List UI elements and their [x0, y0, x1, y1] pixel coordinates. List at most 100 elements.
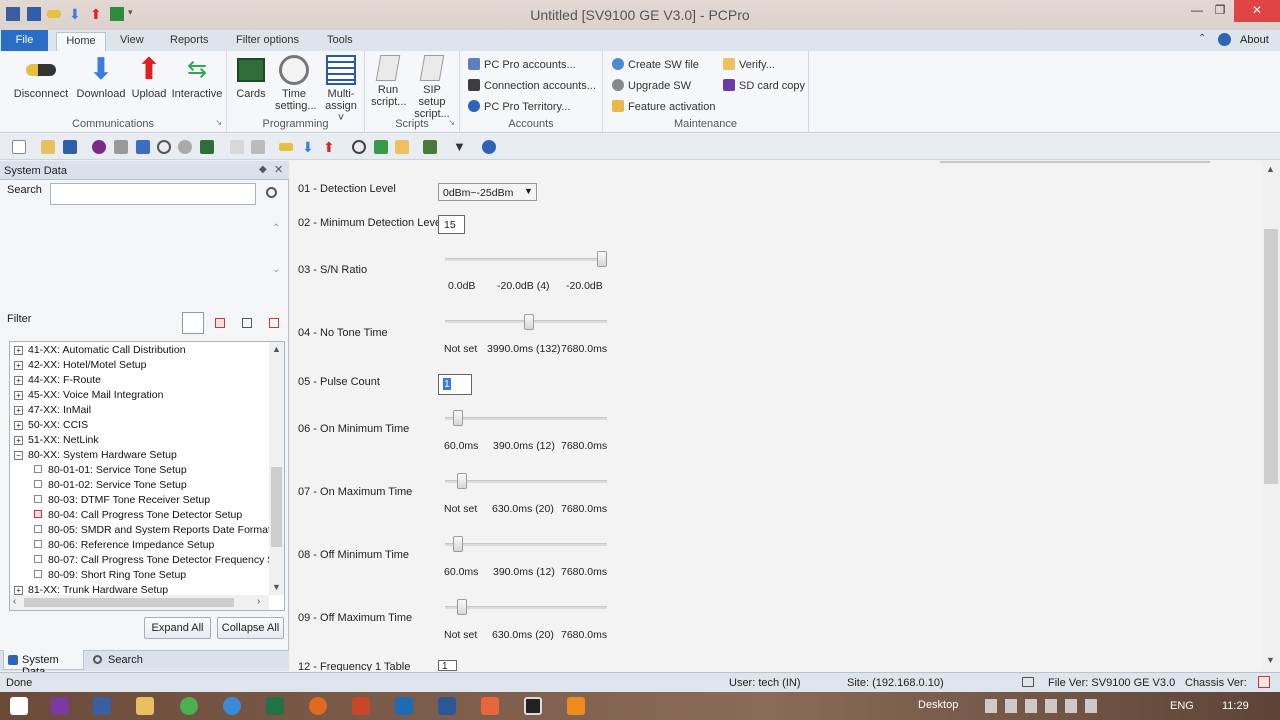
search-input[interactable]	[50, 183, 256, 205]
sn-ratio-slider[interactable]	[445, 258, 607, 261]
close-button[interactable]: ✕	[1234, 0, 1280, 22]
app-icon[interactable]	[93, 697, 111, 715]
create-sw-file-button[interactable]: Create SW file	[612, 58, 699, 71]
settings-icon[interactable]	[92, 140, 106, 154]
upload-button[interactable]: ⬆ Upload	[129, 55, 169, 101]
cards-toolbar-icon[interactable]	[200, 140, 214, 154]
expand-all-button[interactable]: Expand All	[144, 617, 211, 639]
tab-filter-options[interactable]: Filter options	[230, 32, 305, 51]
expand-icon[interactable]: +	[14, 586, 23, 595]
restore-button[interactable]: ❐	[1203, 0, 1237, 22]
pulse-count-input[interactable]: 1	[438, 374, 472, 395]
tree-item[interactable]: −80-XX: System Hardware Setup	[14, 449, 177, 464]
tree-item[interactable]: +45-XX: Voice Mail Integration	[14, 389, 163, 404]
gear-icon[interactable]	[178, 140, 192, 154]
monitor-icon[interactable]	[251, 140, 265, 154]
about-link[interactable]: About	[1240, 34, 1269, 46]
open-icon[interactable]	[41, 140, 55, 154]
windows-start-icon[interactable]	[10, 697, 28, 715]
excel-icon[interactable]	[266, 697, 284, 715]
main-scroll-up-icon[interactable]: ▲	[1266, 164, 1275, 174]
language-indicator[interactable]: ENG	[1170, 700, 1194, 712]
users-icon[interactable]	[423, 140, 437, 154]
interactive-button[interactable]: ⇆ Interactive	[170, 55, 224, 100]
off-max-time-slider-thumb[interactable]	[457, 599, 468, 615]
off-min-time-slider[interactable]	[445, 543, 607, 546]
clock[interactable]: 11:29	[1222, 700, 1249, 712]
search-icon[interactable]	[266, 187, 277, 198]
tree-item[interactable]: +42-XX: Hotel/Motel Setup	[14, 359, 146, 374]
search-results-scroll-up-icon[interactable]: ⌃	[272, 223, 280, 234]
tree-scroll-left-icon[interactable]: ‹	[13, 596, 16, 607]
tree-item[interactable]: 80-05: SMDR and System Reports Date Form…	[34, 524, 271, 539]
tree-item[interactable]: 80-06: Reference Impedance Setup	[34, 539, 214, 554]
disconnect-toolbar-icon[interactable]	[279, 143, 293, 151]
onenote-icon[interactable]	[51, 697, 69, 715]
off-max-time-slider[interactable]	[445, 606, 607, 609]
tree-item[interactable]: 80-04: Call Progress Tone Detector Setup	[34, 509, 242, 524]
upload-toolbar-icon[interactable]: ⬆	[323, 140, 337, 154]
off-min-time-slider-thumb[interactable]	[452, 536, 463, 552]
expand-icon[interactable]: +	[14, 346, 23, 355]
powerpoint-icon[interactable]	[352, 697, 370, 715]
expand-icon[interactable]: +	[14, 421, 23, 430]
filter-changed-icon[interactable]	[215, 318, 225, 328]
tree-item[interactable]: +51-XX: NetLink	[14, 434, 99, 449]
panel-close-icon[interactable]: ✕	[274, 163, 283, 176]
on-min-time-slider[interactable]	[445, 417, 607, 420]
tree-item[interactable]: 80-03: DTMF Tone Receiver Setup	[34, 494, 210, 509]
tree-item[interactable]: +50-XX: CCIS	[14, 419, 88, 434]
dialog-launcher-icon[interactable]: ↘	[448, 118, 455, 127]
find-icon[interactable]	[157, 140, 171, 154]
expand-icon[interactable]: +	[14, 436, 23, 445]
feature-activation-button[interactable]: Feature activation	[612, 100, 715, 113]
tools-icon[interactable]	[114, 140, 128, 154]
desktop-toolbar[interactable]: Desktop	[918, 699, 958, 711]
verify-button[interactable]: Verify...	[723, 58, 775, 71]
expand-icon[interactable]: +	[14, 376, 23, 385]
tab-home[interactable]: Home	[56, 32, 106, 51]
disconnect-button[interactable]: Disconnect	[12, 55, 70, 100]
pc-pro-territory-button[interactable]: PC Pro Territory...	[468, 100, 570, 113]
upgrade-sw-button[interactable]: Upgrade SW	[612, 79, 691, 92]
pcpro-taskbar-icon[interactable]	[481, 697, 499, 715]
document-icon[interactable]	[230, 140, 244, 154]
active-app-icon[interactable]	[524, 697, 542, 715]
filter-error-icon[interactable]	[269, 318, 279, 328]
vlc-icon[interactable]	[567, 697, 585, 715]
tab-reports[interactable]: Reports	[164, 32, 215, 51]
chrome-icon[interactable]	[180, 697, 198, 715]
main-scroll-down-icon[interactable]: ▼	[1266, 655, 1275, 665]
tree-item[interactable]: +41-XX: Automatic Call Distribution	[14, 344, 186, 359]
save-icon[interactable]	[63, 140, 77, 154]
tree-scroll-down-icon[interactable]: ▼	[272, 582, 281, 592]
tab-file[interactable]: File	[1, 30, 48, 51]
tree-vscroll-thumb[interactable]	[271, 467, 282, 547]
on-max-time-slider-thumb[interactable]	[457, 473, 468, 489]
chassis-icon[interactable]	[1258, 676, 1270, 688]
refresh-icon[interactable]	[352, 140, 366, 154]
tree-item[interactable]: 80-01-02: Service Tone Setup	[34, 479, 187, 494]
dialog-launcher-icon[interactable]: ↘	[215, 118, 222, 127]
tree-item[interactable]: +44-XX: F-Route	[14, 374, 101, 389]
pin-icon[interactable]: ◆	[259, 164, 267, 175]
frequency-table-input[interactable]: 1	[438, 660, 457, 671]
sip-setup-script-button[interactable]: SIP setup script...	[408, 55, 456, 120]
outlook-icon[interactable]	[395, 697, 413, 715]
multi-assign-button[interactable]: Multi-assign ˅	[319, 55, 363, 124]
tab-tools[interactable]: Tools	[321, 32, 359, 51]
tree-item[interactable]: 80-07: Call Progress Tone Detector Frequ…	[34, 554, 274, 569]
collapse-ribbon-icon[interactable]: ⌃	[1198, 33, 1206, 44]
verify-toolbar-icon[interactable]	[395, 140, 409, 154]
filter-icon[interactable]: ▼	[453, 140, 467, 154]
tree-item[interactable]: 80-01-01: Service Tone Setup	[34, 464, 187, 479]
ie-icon[interactable]	[223, 697, 241, 715]
tab-view[interactable]: View	[114, 32, 150, 51]
sheet-icon[interactable]	[374, 140, 388, 154]
tree-hscroll-thumb[interactable]	[24, 598, 234, 607]
filter-all-icon[interactable]	[182, 312, 204, 334]
shield-icon[interactable]	[136, 140, 150, 154]
collapse-all-button[interactable]: Collapse All	[217, 617, 284, 639]
download-toolbar-icon[interactable]: ⬇	[302, 140, 316, 154]
bottom-tab-system-data[interactable]: System Data	[3, 650, 84, 678]
